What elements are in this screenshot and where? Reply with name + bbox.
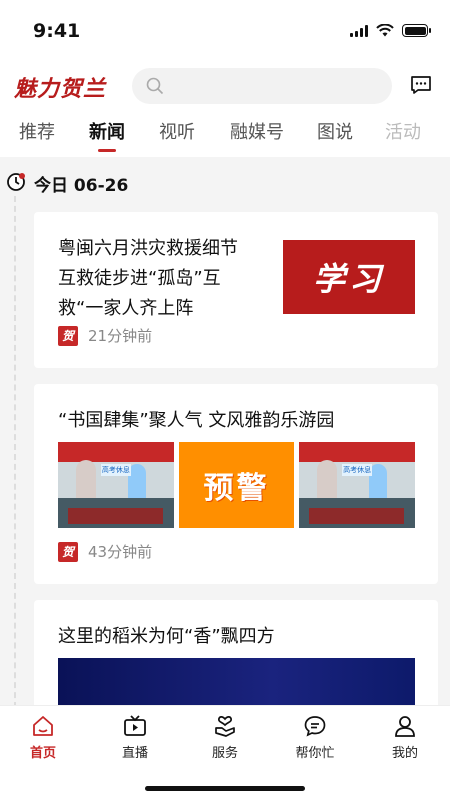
warning-image: 预警 (178, 442, 295, 528)
home-icon (33, 716, 53, 736)
nav-live-label: 直播 (121, 746, 148, 761)
article-photo: 高考休息 (299, 442, 416, 528)
date-header: 今日 06-26 (0, 165, 450, 197)
article-title: 粤闽六月洪灾救援细节 互救徒步进“孤岛”互救“一家人齐上阵 (58, 238, 238, 319)
article-title: “书国肆集”聚人气 文风雅韵乐游园 (58, 410, 335, 431)
status-bar: 9:41 (0, 0, 450, 60)
article-thumbnail: 学习 (283, 240, 415, 314)
tab-recommend[interactable]: 推荐 (18, 112, 56, 156)
article-title: 这里的稻米为何“香”飘四方 (58, 626, 275, 647)
nav-services-label: 服务 (211, 746, 238, 761)
article-meta: 贺 43分钟前 (58, 541, 152, 562)
article-time: 21分钟前 (88, 327, 153, 345)
photo-board-text: 高考休息 (100, 464, 131, 476)
nav-home[interactable]: 首页 (8, 714, 78, 761)
app-logo: 魅力贺兰 (14, 76, 107, 102)
status-time: 9:41 (33, 20, 81, 42)
article-card[interactable]: “书国肆集”聚人气 文风雅韵乐游园 高考休息 预警 高考休息 贺 43分钟前 (34, 384, 438, 584)
tab-media-account[interactable]: 融媒号 (228, 112, 286, 156)
heart-hand-icon (215, 716, 235, 737)
home-indicator[interactable] (145, 786, 305, 791)
search-icon (146, 77, 164, 95)
cellular-signal-icon (350, 24, 368, 37)
nav-help-label: 帮你忙 (295, 746, 335, 761)
nav-me-label: 我的 (391, 746, 418, 761)
article-image-row: 高考休息 预警 高考休息 (58, 442, 416, 528)
thumbnail-text: 学习 (312, 260, 385, 298)
clock-icon (7, 173, 25, 191)
timeline-line (14, 196, 16, 708)
tab-audio-video[interactable]: 视听 (158, 112, 196, 156)
photo-board-text: 高考休息 (342, 464, 373, 476)
article-card[interactable]: 粤闽六月洪灾救援细节 互救徒步进“孤岛”互救“一家人齐上阵 学习 贺 21分钟前 (34, 212, 438, 368)
article-photo: 高考休息 (58, 442, 174, 528)
article-meta: 贺 21分钟前 (58, 325, 152, 346)
tab-news[interactable]: 新闻 (88, 112, 126, 156)
chat-bubble-icon (304, 716, 326, 737)
nav-me[interactable]: 我的 (370, 714, 440, 761)
nav-home-label: 首页 (29, 746, 56, 761)
source-logo-icon: 贺 (58, 325, 78, 346)
source-logo-icon: 贺 (58, 541, 78, 562)
tab-photo-story[interactable]: 图说 (316, 112, 354, 156)
user-icon (395, 716, 415, 737)
search-input[interactable] (132, 68, 392, 104)
tab-activities[interactable]: 活动 (384, 112, 422, 156)
status-icons (350, 24, 431, 37)
date-label: 今日 06-26 (34, 176, 129, 196)
battery-icon (402, 24, 431, 37)
wifi-icon (376, 24, 394, 37)
warning-text: 预警 (203, 471, 270, 506)
app-header: 魅力贺兰 (0, 66, 450, 108)
category-tabs: 推荐 新闻 视听 融媒号 图说 活动 (0, 112, 450, 156)
tv-icon (124, 715, 146, 736)
article-time: 43分钟前 (88, 543, 153, 561)
nav-help[interactable]: 帮你忙 (280, 714, 350, 761)
top-area: 9:41 魅力贺兰 推荐 新闻 视听 融媒号 图说 活动 (0, 0, 450, 157)
message-icon[interactable] (410, 74, 432, 96)
nav-live[interactable]: 直播 (100, 714, 170, 761)
nav-services[interactable]: 服务 (190, 714, 260, 761)
